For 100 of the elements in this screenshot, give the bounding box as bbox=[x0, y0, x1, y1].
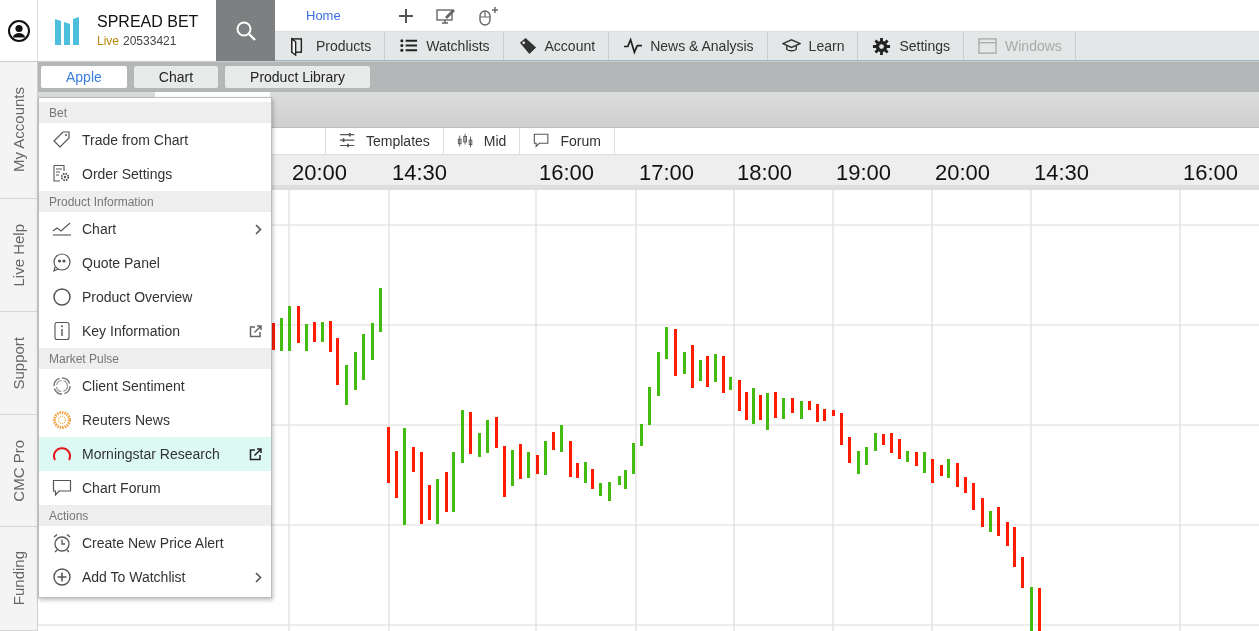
candle bbox=[816, 404, 819, 422]
candle bbox=[882, 434, 885, 445]
candle bbox=[791, 398, 794, 413]
plus-icon[interactable] bbox=[397, 7, 414, 24]
nav-tab[interactable]: Learn bbox=[767, 32, 859, 60]
speech-bubble-icon bbox=[52, 478, 72, 498]
candle bbox=[706, 356, 709, 387]
menu-item[interactable]: Order Settings bbox=[39, 157, 271, 191]
candle bbox=[336, 338, 339, 385]
candle bbox=[412, 447, 415, 472]
candle bbox=[759, 395, 762, 420]
toolbar-button[interactable]: Forum bbox=[519, 128, 615, 154]
nav-tab[interactable]: News & Analysis bbox=[609, 32, 768, 60]
sliders-icon bbox=[339, 132, 357, 150]
candle bbox=[599, 483, 602, 496]
candle bbox=[997, 507, 1000, 536]
candle bbox=[931, 459, 934, 483]
menu-item[interactable]: Product Overview bbox=[39, 280, 271, 314]
menu-section-header: Market Pulse bbox=[39, 348, 271, 369]
menu-item[interactable]: Chart bbox=[39, 212, 271, 246]
candle bbox=[313, 322, 316, 342]
candle bbox=[972, 483, 975, 510]
menu-item[interactable]: Trade from Chart bbox=[39, 123, 271, 157]
user-icon[interactable] bbox=[7, 19, 30, 42]
candle bbox=[584, 462, 587, 483]
candle bbox=[552, 432, 555, 450]
candle bbox=[800, 401, 803, 419]
search-icon bbox=[234, 19, 257, 42]
time-axis-label: 20:00 bbox=[935, 160, 991, 186]
candle bbox=[486, 420, 489, 453]
candle bbox=[452, 452, 455, 512]
menu-item[interactable]: Create New Price Alert bbox=[39, 526, 271, 560]
search-button[interactable] bbox=[216, 0, 275, 61]
menu-item[interactable]: Morningstar Research bbox=[39, 437, 271, 471]
chevron-right-icon bbox=[255, 223, 262, 235]
candle bbox=[674, 329, 677, 376]
candle bbox=[1038, 588, 1041, 631]
candle bbox=[722, 356, 725, 393]
candle bbox=[915, 452, 918, 466]
candle bbox=[964, 477, 967, 493]
mouse-plus-icon[interactable] bbox=[477, 5, 500, 26]
candle bbox=[940, 465, 943, 476]
candle bbox=[280, 318, 283, 351]
time-axis-label: 18:00 bbox=[737, 160, 793, 186]
candle bbox=[947, 459, 950, 478]
candle bbox=[714, 354, 717, 382]
candle bbox=[511, 450, 514, 486]
menu-item[interactable]: Add To Watchlist bbox=[39, 560, 271, 594]
candle bbox=[823, 409, 826, 421]
menu-item[interactable]: Chart Forum bbox=[39, 471, 271, 505]
candle bbox=[297, 306, 300, 343]
candle bbox=[699, 360, 702, 381]
menu-item[interactable]: Key Information bbox=[39, 314, 271, 348]
nav-tab[interactable]: Watchlists bbox=[385, 32, 504, 60]
candle bbox=[503, 446, 506, 497]
document-tab[interactable]: Product Library bbox=[225, 66, 370, 88]
time-axis-label: 16:00 bbox=[539, 160, 595, 186]
time-axis-label: 14:30 bbox=[1034, 160, 1090, 186]
ring-icon bbox=[52, 376, 72, 396]
candle bbox=[436, 479, 439, 524]
candle bbox=[354, 352, 357, 390]
menu-item[interactable]: Quote Panel bbox=[39, 246, 271, 280]
candle bbox=[362, 334, 365, 380]
candle bbox=[288, 306, 291, 351]
candle bbox=[560, 425, 563, 452]
time-axis-label: 17:00 bbox=[639, 160, 695, 186]
external-link-icon bbox=[249, 447, 262, 461]
candle bbox=[527, 452, 530, 478]
nav-tab[interactable]: Account bbox=[503, 32, 610, 60]
account-number: 20533421 bbox=[123, 34, 177, 48]
nav-tab[interactable]: Settings bbox=[858, 32, 964, 60]
candle bbox=[495, 417, 498, 448]
candle bbox=[305, 324, 308, 351]
candle bbox=[576, 463, 579, 478]
document-tab[interactable]: Chart bbox=[133, 66, 219, 88]
candle bbox=[729, 377, 732, 390]
settings-document-icon bbox=[52, 164, 72, 184]
info-icon bbox=[52, 321, 72, 341]
home-link[interactable]: Home bbox=[306, 8, 341, 23]
chevron-right-icon bbox=[255, 571, 262, 583]
monitor-edit-icon[interactable] bbox=[435, 6, 456, 25]
nav-tab[interactable]: Products bbox=[275, 32, 386, 60]
candle bbox=[752, 388, 755, 424]
menu-item[interactable]: Client Sentiment bbox=[39, 369, 271, 403]
external-link-icon bbox=[249, 324, 262, 338]
gear-icon bbox=[872, 36, 892, 56]
menu-section-header: Actions bbox=[39, 505, 271, 526]
document-tab[interactable]: Apple bbox=[41, 66, 127, 88]
candle bbox=[519, 444, 522, 479]
candle bbox=[544, 441, 547, 475]
candle bbox=[420, 452, 423, 524]
candle bbox=[808, 401, 811, 410]
candle bbox=[536, 455, 539, 474]
candle bbox=[745, 392, 748, 420]
logo-icon bbox=[54, 15, 80, 46]
candle bbox=[657, 352, 660, 396]
candle bbox=[478, 433, 481, 457]
menu-item[interactable]: Reuters News bbox=[39, 403, 271, 437]
candle bbox=[665, 327, 668, 359]
sunburst-icon bbox=[52, 410, 72, 430]
